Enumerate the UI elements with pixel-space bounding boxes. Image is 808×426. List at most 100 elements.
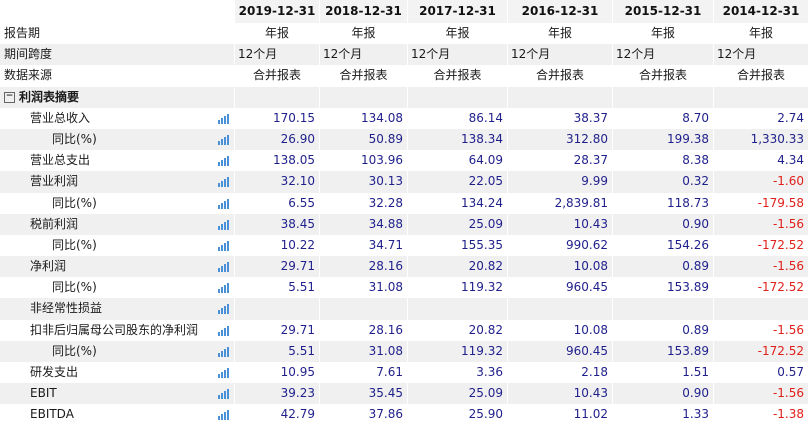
table-cell: 2,839.81 bbox=[507, 192, 612, 214]
row-label-text: 非经常性损益 bbox=[30, 301, 103, 316]
bar-chart-icon[interactable] bbox=[218, 219, 230, 230]
table-cell: 3.36 bbox=[407, 362, 507, 384]
row-label: 同比(%) bbox=[0, 192, 234, 214]
table-cell: 12个月 bbox=[612, 44, 713, 66]
bar-chart-icon[interactable] bbox=[218, 156, 230, 167]
table-cell: 38.45 bbox=[234, 213, 319, 235]
table-cell: 0.89 bbox=[612, 256, 713, 278]
bar-chart-icon[interactable] bbox=[218, 240, 230, 251]
table-cell: 22.05 bbox=[407, 171, 507, 193]
bar-chart-icon[interactable] bbox=[218, 283, 230, 294]
table-cell: 0.32 bbox=[612, 171, 713, 193]
table-cell: 7.61 bbox=[319, 362, 407, 384]
table-cell: -172.52 bbox=[713, 340, 808, 362]
table-row: 非经常性损益 bbox=[0, 298, 808, 320]
table-cell: 12个月 bbox=[507, 44, 612, 66]
table-cell bbox=[407, 86, 507, 108]
bar-chart-icon[interactable] bbox=[218, 113, 230, 124]
table-cell: 2.74 bbox=[713, 107, 808, 129]
table-cell: 5.51 bbox=[234, 277, 319, 299]
table-cell: -172.52 bbox=[713, 277, 808, 299]
row-label: 同比(%) bbox=[0, 277, 234, 299]
table-cell bbox=[612, 86, 713, 108]
row-label-text: 研发支出 bbox=[30, 365, 79, 379]
table-cell: 年报 bbox=[319, 23, 407, 45]
table-cell: 134.08 bbox=[319, 107, 407, 129]
row-label: 营业利润 bbox=[0, 171, 234, 193]
table-cell: -179.58 bbox=[713, 192, 808, 214]
row-label-text: 净利润 bbox=[30, 259, 67, 274]
table-cell bbox=[319, 298, 407, 320]
table-cell: 12个月 bbox=[407, 44, 507, 66]
table-cell: -1.60 bbox=[713, 171, 808, 193]
table-cell: 年报 bbox=[234, 23, 319, 45]
table-cell: 42.79 bbox=[234, 404, 319, 426]
table-cell: 34.88 bbox=[319, 213, 407, 235]
table-cell: 2.18 bbox=[507, 362, 612, 384]
table-row: 研发支出 10.95 7.61 3.36 2.18 1.51 0.57 bbox=[0, 362, 808, 384]
row-label: 净利润 bbox=[0, 256, 234, 278]
table-cell bbox=[507, 298, 612, 320]
table-cell: 0.90 bbox=[612, 383, 713, 405]
table-cell: 11.02 bbox=[507, 404, 612, 426]
row-label: 营业总支出 bbox=[0, 150, 234, 172]
row-label: EBIT bbox=[0, 383, 234, 405]
table-cell: 103.96 bbox=[319, 150, 407, 172]
table-cell: 118.73 bbox=[612, 192, 713, 214]
table-cell: 153.89 bbox=[612, 340, 713, 362]
table-cell: 134.24 bbox=[407, 192, 507, 214]
bar-chart-icon[interactable] bbox=[218, 325, 230, 336]
table-cell bbox=[234, 86, 319, 108]
table-cell: 29.71 bbox=[234, 319, 319, 341]
column-header-year[interactable]: 2014-12-31 bbox=[713, 0, 808, 23]
table-cell: 12个月 bbox=[713, 44, 808, 66]
bar-chart-icon[interactable] bbox=[218, 134, 230, 145]
table-cell: 30.13 bbox=[319, 171, 407, 193]
bar-chart-icon[interactable] bbox=[218, 262, 230, 273]
table-cell: 138.34 bbox=[407, 128, 507, 151]
table-cell: 37.86 bbox=[319, 404, 407, 426]
row-label-text: 同比(%) bbox=[52, 343, 97, 358]
bar-chart-icon[interactable] bbox=[218, 177, 230, 188]
table-row: 税前利润 38.45 34.88 25.09 10.43 0.90 -1.56 bbox=[0, 213, 808, 235]
table-cell: 25.09 bbox=[407, 383, 507, 405]
table-cell: 9.99 bbox=[507, 171, 612, 193]
bar-chart-icon[interactable] bbox=[218, 198, 230, 209]
table-row: 净利润 29.71 28.16 20.82 10.08 0.89 -1.56 bbox=[0, 256, 808, 278]
table-cell: -1.56 bbox=[713, 383, 808, 405]
table-cell: 12个月 bbox=[319, 44, 407, 66]
column-header-year[interactable]: 2019-12-31 bbox=[234, 0, 319, 23]
bar-chart-icon[interactable] bbox=[218, 368, 230, 378]
column-header-year[interactable]: 2018-12-31 bbox=[319, 0, 407, 23]
table-cell: 4.34 bbox=[713, 150, 808, 172]
row-label: 同比(%) bbox=[0, 340, 234, 362]
table-cell: 合并报表 bbox=[713, 65, 808, 87]
table-cell: 10.43 bbox=[507, 213, 612, 235]
column-header-year[interactable]: 2016-12-31 bbox=[507, 0, 612, 23]
table-cell: 119.32 bbox=[407, 277, 507, 299]
bar-chart-icon[interactable] bbox=[218, 346, 230, 357]
table-cell: 10.43 bbox=[507, 383, 612, 405]
table-cell: 年报 bbox=[507, 23, 612, 45]
column-header-year[interactable]: 2017-12-31 bbox=[407, 0, 507, 23]
bar-chart-icon[interactable] bbox=[218, 304, 230, 315]
row-label: 研发支出 bbox=[0, 362, 234, 384]
row-label: 期间跨度 bbox=[0, 44, 234, 66]
table-cell: 31.08 bbox=[319, 277, 407, 299]
table-cell: 25.09 bbox=[407, 213, 507, 235]
row-label-text: 税前利润 bbox=[30, 216, 79, 231]
table-cell: 119.32 bbox=[407, 340, 507, 362]
row-label: 税前利润 bbox=[0, 213, 234, 235]
table-cell bbox=[319, 86, 407, 108]
table-row: 同比(%) 5.51 31.08 119.32 960.45 153.89 -172.52 bbox=[0, 340, 808, 362]
table-cell: 64.09 bbox=[407, 150, 507, 172]
column-header-year[interactable]: 2015-12-31 bbox=[612, 0, 713, 23]
row-label-text: 营业总收入 bbox=[30, 110, 91, 125]
table-cell: 5.51 bbox=[234, 340, 319, 362]
bar-chart-icon[interactable] bbox=[218, 389, 230, 400]
collapse-icon[interactable]: − bbox=[4, 91, 15, 103]
row-label-text: 营业利润 bbox=[30, 174, 79, 189]
table-cell bbox=[407, 298, 507, 320]
table-cell: 12个月 bbox=[234, 44, 319, 66]
table-cell: 155.35 bbox=[407, 234, 507, 257]
